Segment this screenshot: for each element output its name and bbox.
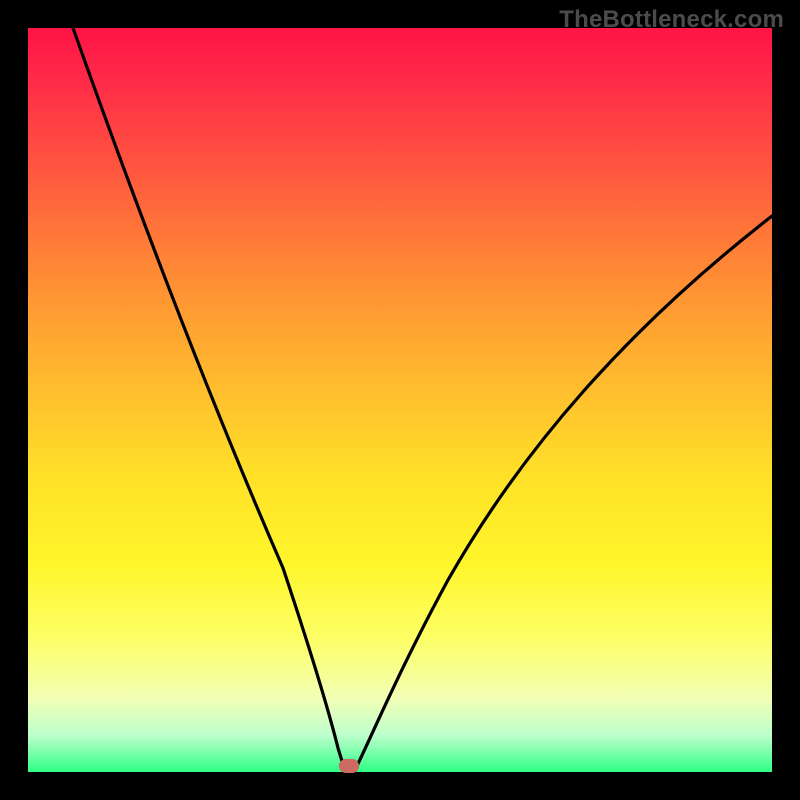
watermark-text: TheBottleneck.com (559, 6, 784, 34)
left-branch-curve (73, 28, 346, 772)
minimum-marker (339, 759, 359, 773)
right-branch-curve (354, 216, 772, 772)
curve-layer (28, 28, 772, 772)
plot-area (28, 28, 772, 772)
chart-container: TheBottleneck.com (0, 0, 800, 800)
